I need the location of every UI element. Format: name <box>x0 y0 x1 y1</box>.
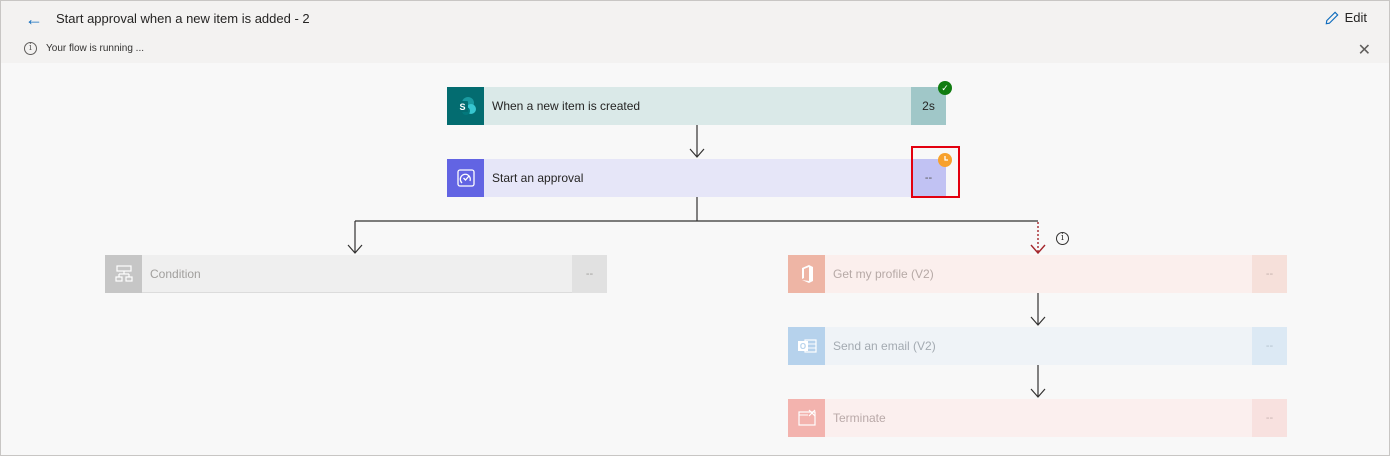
connector-info-icon[interactable]: i <box>1056 232 1069 245</box>
step-card-trigger[interactable]: S When a new item is created 2s <box>447 87 946 125</box>
step-card-terminate[interactable]: Terminate -- <box>788 399 1287 437</box>
step-duration: -- <box>1252 255 1287 293</box>
office-icon <box>788 255 825 293</box>
flow-connectors <box>347 125 1046 398</box>
step-card-send-email[interactable]: O Send an email (V2) -- <box>788 327 1287 365</box>
step-card-condition[interactable]: Condition -- <box>105 255 607 293</box>
sharepoint-icon: S <box>447 87 484 125</box>
step-card-get-profile[interactable]: Get my profile (V2) -- <box>788 255 1287 293</box>
step-label: Condition <box>150 267 201 281</box>
step-duration: -- <box>1252 327 1287 365</box>
step-label: Send an email (V2) <box>833 339 936 353</box>
step-label: Start an approval <box>492 171 584 185</box>
step-duration: -- <box>572 255 607 293</box>
step-label: Terminate <box>833 411 886 425</box>
svg-text:S: S <box>459 102 465 112</box>
step-label: Get my profile (V2) <box>833 267 934 281</box>
approval-icon <box>447 159 484 197</box>
outlook-icon: O <box>788 327 825 365</box>
highlight-annotation <box>911 146 960 198</box>
svg-text:O: O <box>799 342 805 351</box>
terminate-icon <box>788 399 825 437</box>
success-check-icon: ✓ <box>938 81 952 95</box>
step-card-approval[interactable]: Start an approval -- <box>447 159 946 197</box>
condition-icon <box>105 255 142 293</box>
step-label: When a new item is created <box>492 99 641 113</box>
step-duration: -- <box>1252 399 1287 437</box>
